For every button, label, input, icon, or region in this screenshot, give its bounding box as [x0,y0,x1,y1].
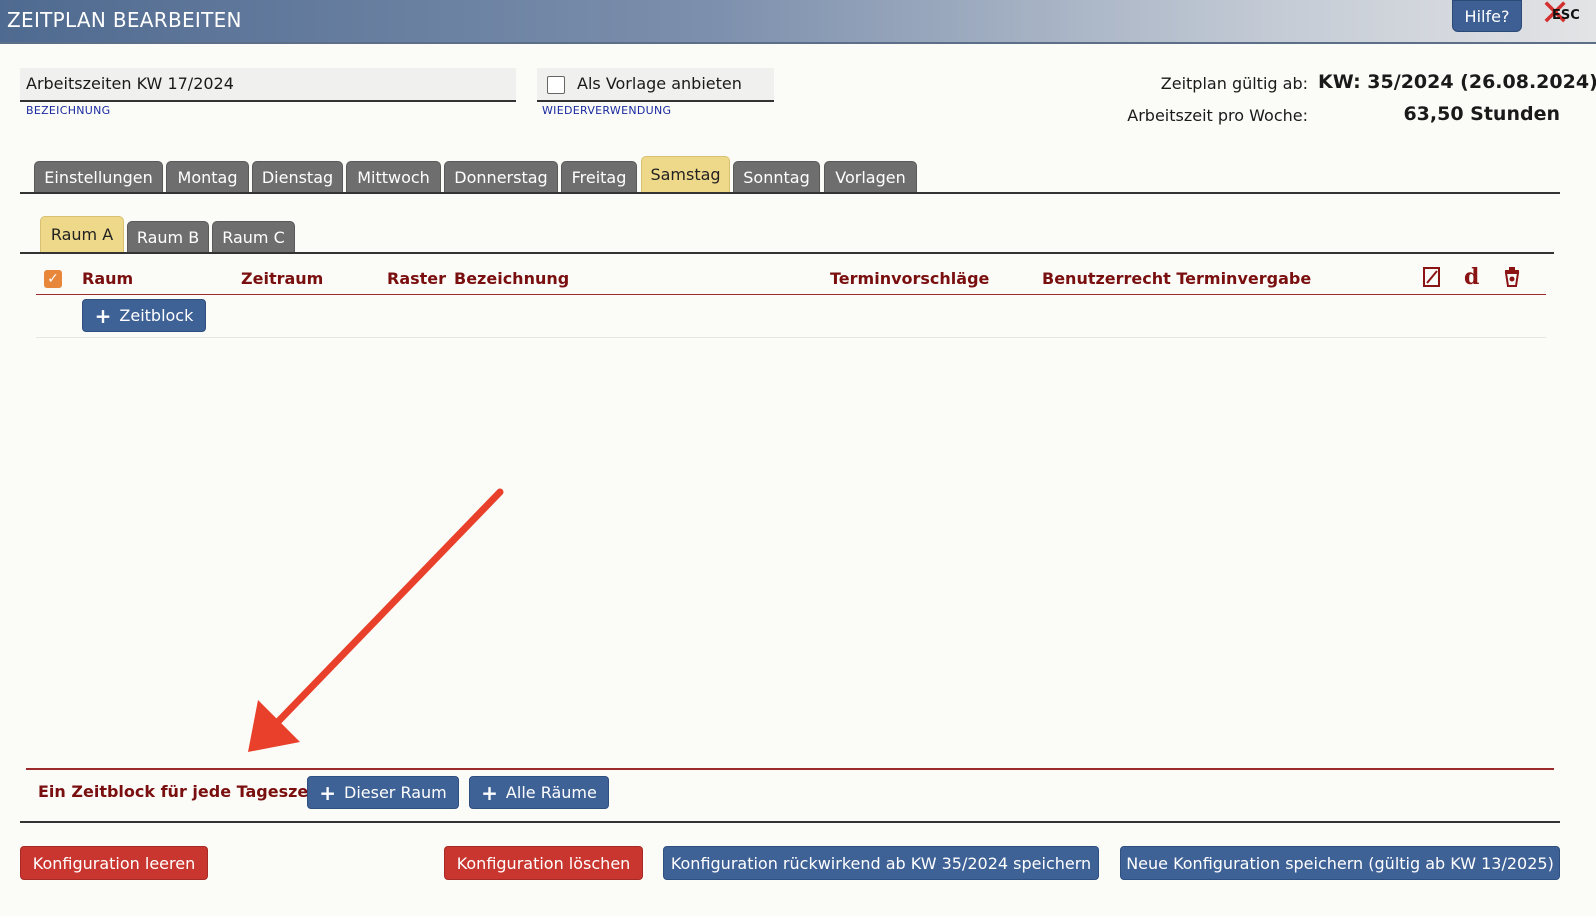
d-icon[interactable]: d [1464,264,1479,290]
template-caption: WIEDERVERWENDUNG [542,104,672,117]
tab-dienstag[interactable]: Dienstag [252,161,343,193]
window-title: ZEITPLAN BEARBEITEN [7,8,242,32]
footer-divider [26,768,1554,770]
weekly-hours-value: 63,50 Stunden [1403,103,1560,125]
clear-config-button[interactable]: Konfiguration leeren [20,846,208,880]
col-bezeichnung: Bezeichnung [454,269,570,288]
add-zeitblock-label: Zeitblock [119,306,194,325]
day-tabs-divider [20,192,1560,194]
save-new-config-button[interactable]: Neue Konfiguration speichern (gültig ab … [1120,846,1560,880]
template-checkbox-label: Als Vorlage anbieten [577,74,742,93]
trash-icon[interactable] [1502,266,1522,293]
all-rooms-button[interactable]: + Alle Räume [469,776,609,809]
esc-label: ESC [1552,8,1580,23]
annotation-arrow [248,488,504,752]
room-tabs-divider [20,252,1554,254]
valid-from-label: Zeitplan gültig ab: [1160,74,1308,93]
actions-divider [20,821,1560,823]
close-button[interactable]: ✕ ESC [1540,0,1596,34]
valid-from-value: KW: 35/2024 (26.08.2024) [1318,71,1596,93]
col-zeitraum: Zeitraum [241,269,324,288]
edit-icon[interactable] [1422,266,1442,293]
col-terminvorschlaege: Terminvorschläge [830,269,990,288]
tab-raum-a[interactable]: Raum A [40,216,124,253]
plus-icon: + [481,780,498,805]
weekly-hours-label: Arbeitszeit pro Woche: [1127,106,1308,125]
col-raster: Raster [387,269,447,288]
table-header: ✓ Raum Zeitraum Raster Bezeichnung Termi… [36,264,1546,295]
tab-samstag[interactable]: Samstag [641,156,730,193]
help-button[interactable]: Hilfe? [1452,0,1522,32]
name-input[interactable]: Arbeitszeiten KW 17/2024 [20,68,516,102]
tab-freitag[interactable]: Freitag [561,161,637,193]
template-option[interactable]: Als Vorlage anbieten [537,68,774,102]
tab-einstellungen[interactable]: Einstellungen [34,161,163,193]
plus-icon: + [319,780,336,805]
tab-vorlagen[interactable]: Vorlagen [824,161,917,193]
tab-donnerstag[interactable]: Donnerstag [444,161,558,193]
name-caption: BEZEICHNUNG [26,104,111,117]
select-all-checkbox[interactable]: ✓ [44,270,62,288]
this-room-button[interactable]: + Dieser Raum [307,776,459,809]
tab-montag[interactable]: Montag [166,161,249,193]
tab-sonntag[interactable]: Sonntag [733,161,820,193]
delete-config-button[interactable]: Konfiguration löschen [444,846,643,880]
tab-raum-c[interactable]: Raum C [212,221,295,253]
tab-raum-b[interactable]: Raum B [127,221,209,253]
this-room-label: Dieser Raum [344,783,447,802]
col-raum: Raum [82,269,134,288]
add-zeitblock-button[interactable]: + Zeitblock [82,299,206,332]
template-checkbox[interactable] [547,76,565,94]
save-retroactive-button[interactable]: Konfiguration rückwirkend ab KW 35/2024 … [663,846,1099,880]
plus-icon: + [94,303,112,328]
row-divider [36,337,1546,338]
every-timeslot-label: Ein Zeitblock für jede Tageszeit: [38,782,328,801]
tab-mittwoch[interactable]: Mittwoch [346,161,441,193]
all-rooms-label: Alle Räume [505,783,597,802]
col-benutzerrecht: Benutzerrecht Terminvergabe [1042,269,1312,288]
